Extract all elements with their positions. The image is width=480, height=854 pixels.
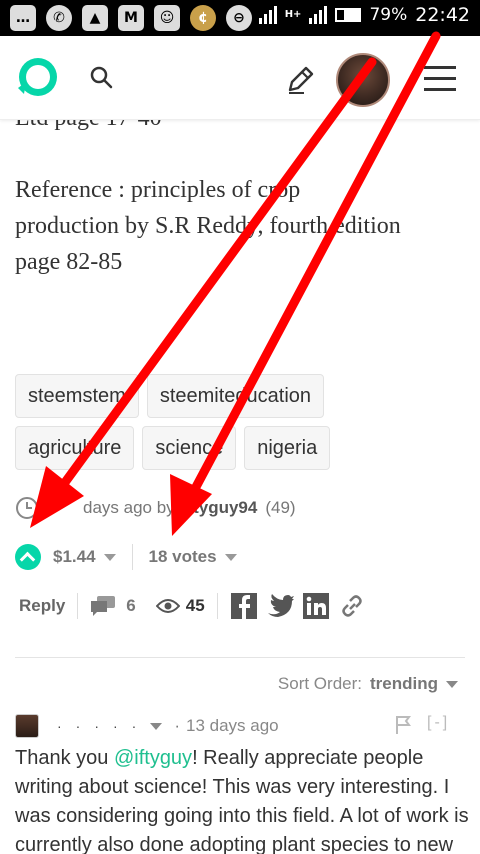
comment-body: Thank you @iftyguy! Really appreciate pe… bbox=[15, 744, 470, 854]
upvote-icon[interactable] bbox=[15, 544, 41, 570]
author-link[interactable]: iftyguy94 bbox=[183, 498, 258, 518]
reference-line: page 82-85 bbox=[15, 249, 123, 275]
commenter-avatar[interactable] bbox=[15, 714, 39, 738]
section-divider bbox=[15, 657, 465, 658]
flag-icon[interactable] bbox=[395, 715, 411, 735]
messenger-icon: ☺ bbox=[154, 5, 180, 31]
reference-line: Reference : principles of crop bbox=[15, 177, 301, 203]
tag-steemiteducation[interactable]: steemiteducation bbox=[146, 374, 325, 418]
clock-time: 22:42 bbox=[415, 4, 470, 26]
signal-icon bbox=[258, 6, 277, 24]
comment-time[interactable]: 13 days ago bbox=[186, 716, 279, 736]
views-count: 45 bbox=[185, 596, 205, 615]
mention-link[interactable]: @iftyguy bbox=[114, 747, 192, 769]
facebook-icon[interactable] bbox=[230, 592, 258, 620]
post-age: days ago by bbox=[83, 498, 175, 517]
twitter-icon[interactable] bbox=[266, 592, 294, 620]
sort-label: Sort Order: bbox=[277, 674, 362, 693]
pencil-icon[interactable] bbox=[284, 62, 318, 96]
comment-text: Thank you bbox=[15, 747, 114, 769]
sort-order[interactable]: Sort Order: trending bbox=[278, 674, 458, 694]
eye-icon bbox=[155, 599, 180, 613]
commenter-name-obscured: ····· bbox=[57, 718, 151, 734]
tag-science[interactable]: science bbox=[142, 426, 237, 470]
tag-agriculture[interactable]: agriculture bbox=[15, 426, 135, 470]
linkedin-icon[interactable] bbox=[302, 592, 330, 620]
post-body: Ltd page 17-40 Reference : principles of… bbox=[15, 100, 470, 280]
reply-button[interactable]: Reply bbox=[19, 596, 65, 616]
network-type: H+ bbox=[284, 9, 302, 20]
share-links bbox=[230, 592, 366, 620]
author-reputation: (49) bbox=[265, 498, 296, 517]
post-meta: days ago by iftyguy94 (49) bbox=[15, 496, 296, 520]
block-icon: ⊖ bbox=[226, 5, 252, 31]
battery-icon bbox=[335, 8, 362, 22]
collapse-button[interactable]: [-] bbox=[427, 714, 450, 732]
app-header bbox=[0, 36, 480, 120]
tag-nigeria[interactable]: nigeria bbox=[244, 426, 331, 470]
comments-icon[interactable] bbox=[90, 595, 116, 617]
signal-icon-2 bbox=[309, 6, 328, 24]
battery-percent: 79% bbox=[369, 5, 408, 25]
divider bbox=[77, 593, 79, 619]
chat-bubble-icon: … bbox=[10, 5, 36, 31]
chevron-down-icon[interactable] bbox=[446, 680, 458, 688]
chevron-down-icon[interactable] bbox=[150, 722, 163, 730]
system-status: H+ 79% 22:42 bbox=[258, 4, 470, 26]
comments-count[interactable]: 6 bbox=[126, 596, 135, 616]
gallery-icon: ▲ bbox=[82, 5, 108, 31]
chevron-down-icon[interactable] bbox=[103, 553, 116, 561]
user-avatar[interactable] bbox=[336, 53, 390, 107]
notification-icons: … ✆ ▲ M ☺ ¢ ⊖ bbox=[10, 5, 252, 31]
coin-app-icon: ¢ bbox=[190, 5, 216, 31]
search-icon[interactable] bbox=[88, 64, 114, 90]
comment-header: ····· · 13 days ago [-] bbox=[15, 714, 465, 738]
payout-amount[interactable]: $1.44 bbox=[53, 547, 96, 567]
bullet-separator: · bbox=[174, 716, 180, 735]
hamburger-menu-icon[interactable] bbox=[424, 66, 456, 92]
whatsapp-icon: ✆ bbox=[46, 5, 72, 31]
action-row: Reply 6 45 bbox=[15, 592, 366, 620]
status-bar: … ✆ ▲ M ☺ ¢ ⊖ H+ 79% 22:42 bbox=[0, 0, 480, 36]
clock-icon bbox=[16, 497, 38, 519]
steemit-logo-icon[interactable] bbox=[14, 54, 60, 100]
chevron-down-icon[interactable] bbox=[224, 553, 237, 561]
link-icon[interactable] bbox=[338, 592, 366, 620]
gmail-icon: M bbox=[118, 5, 144, 31]
tag-list: steemstem steemiteducation agriculture s… bbox=[15, 374, 470, 478]
tag-steemstem[interactable]: steemstem bbox=[15, 374, 139, 418]
sort-value[interactable]: trending bbox=[370, 674, 438, 694]
divider bbox=[131, 544, 133, 570]
reference-line: production by S.R Reddy, fourth edition bbox=[15, 213, 401, 239]
divider bbox=[216, 593, 218, 619]
votes-count[interactable]: 18 votes bbox=[149, 547, 217, 567]
vote-row: $1.44 18 votes bbox=[15, 544, 237, 570]
